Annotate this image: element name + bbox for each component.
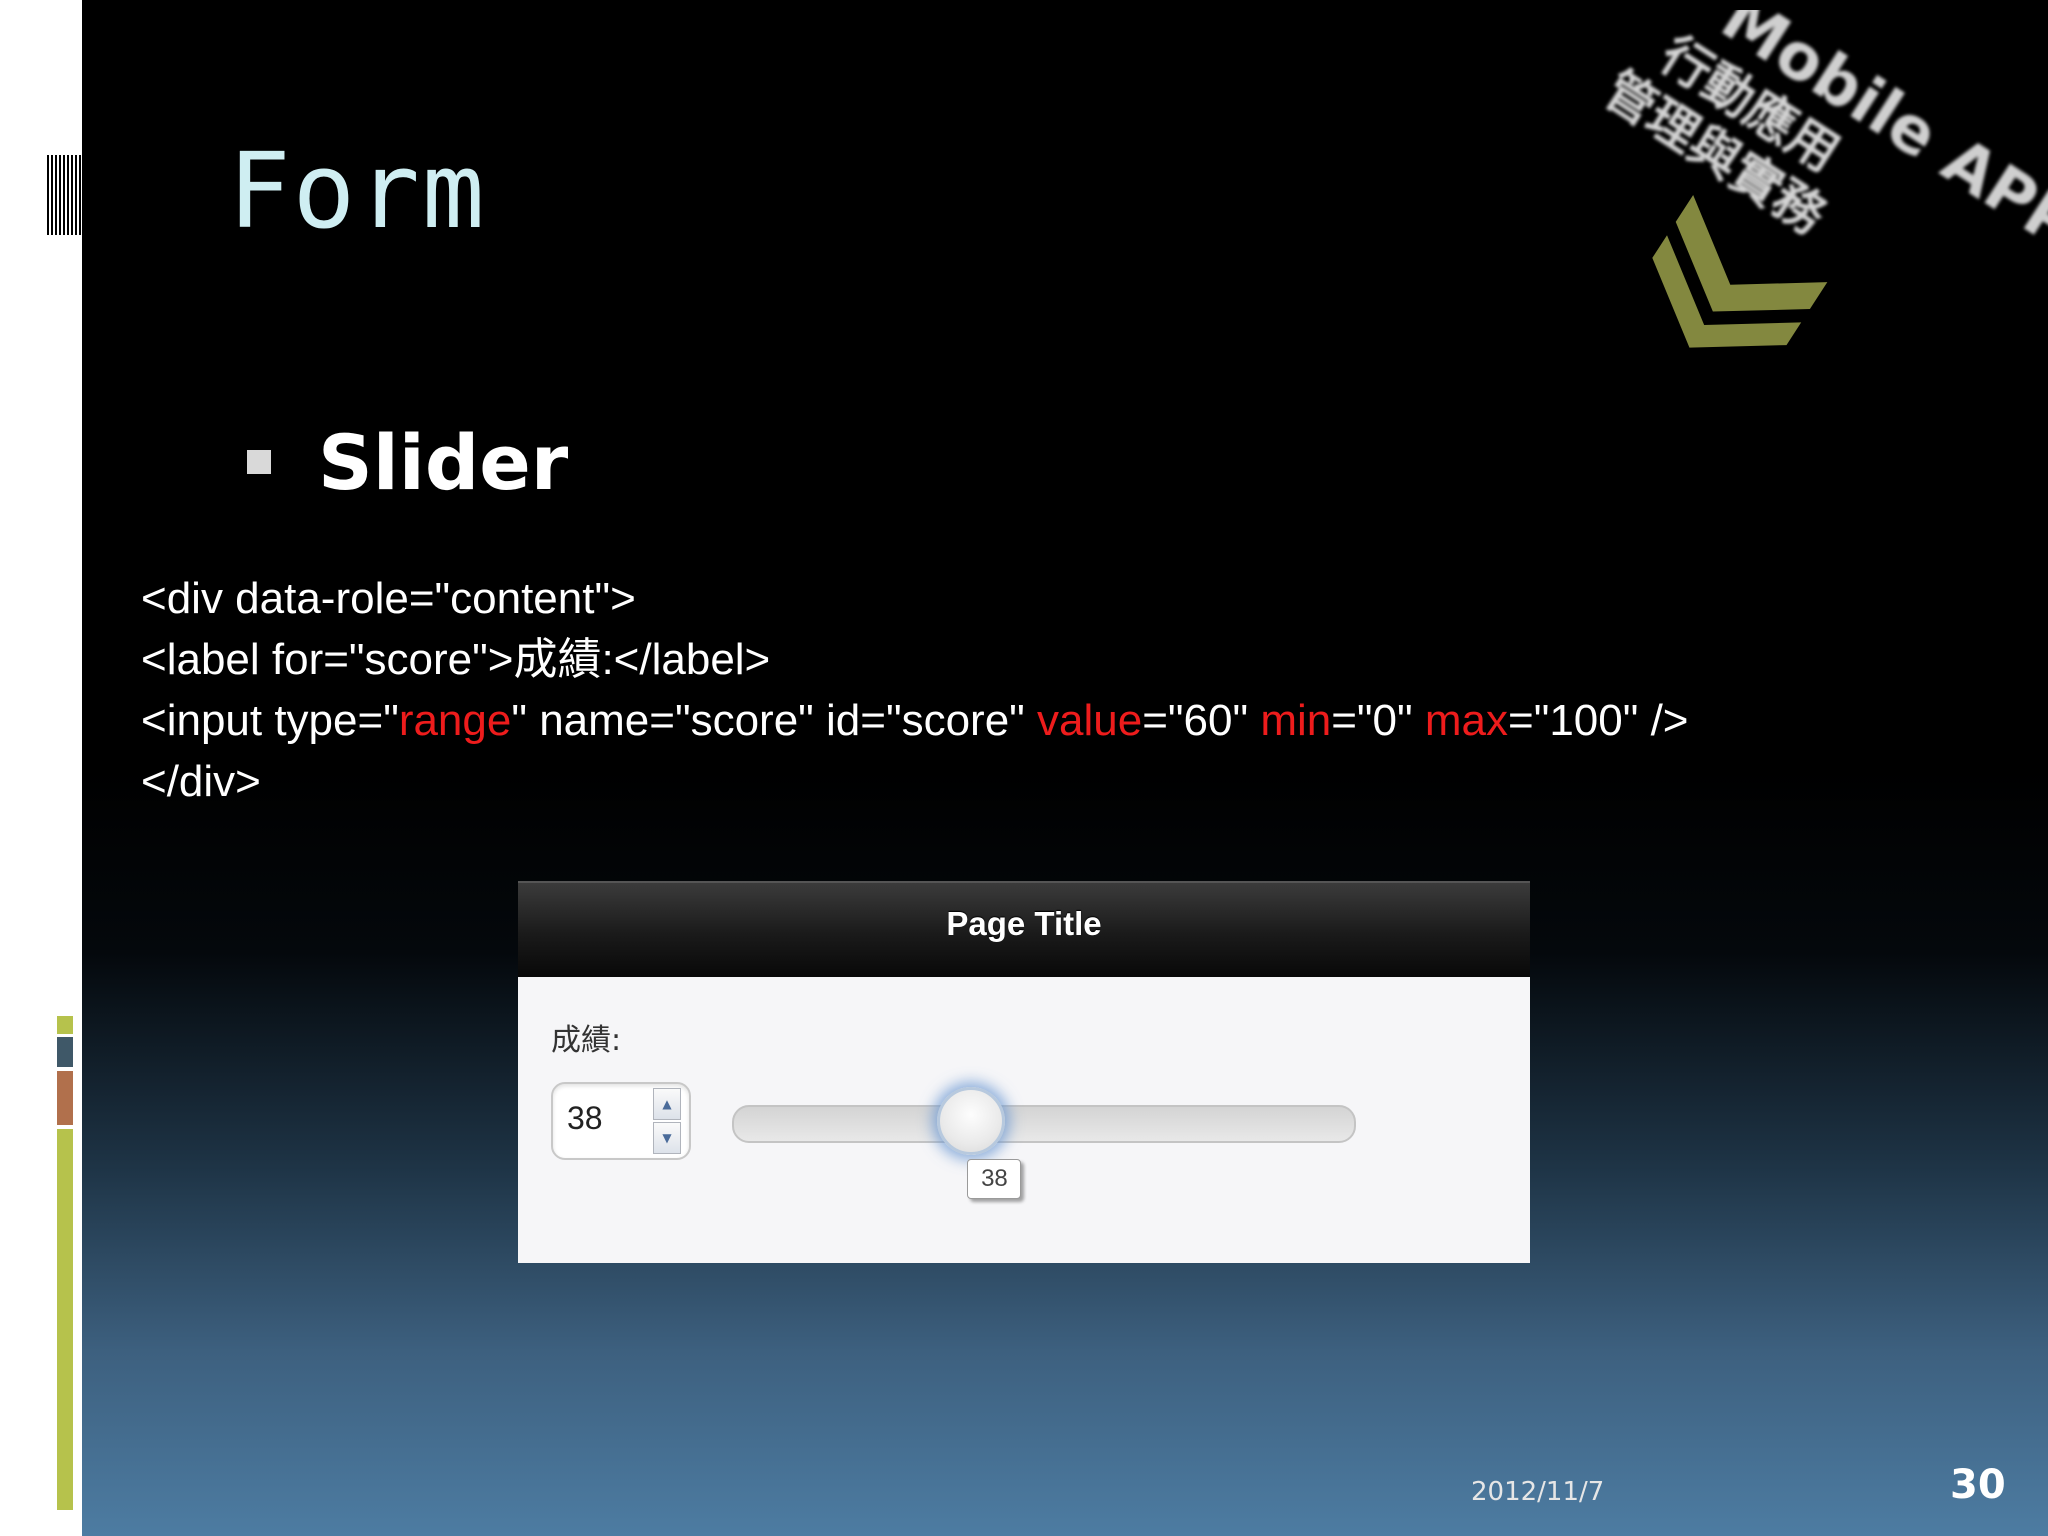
code-text: ="0" (1331, 696, 1425, 745)
slide-date: 2012/11/7 (1471, 1477, 1605, 1507)
mobile-screenshot: Page Title 成績: 38 ▲ ▼ 38 (518, 881, 1530, 1263)
slide-number: 30 (1950, 1462, 2006, 1508)
code-keyword: max (1424, 696, 1508, 745)
code-text: </div> (141, 757, 261, 806)
bullet-heading: Slider (318, 418, 569, 507)
code-text: " name="score" id="score" (511, 696, 1038, 745)
barcode-decoration (47, 155, 81, 235)
score-number-input[interactable]: 38 ▲ ▼ (551, 1082, 691, 1160)
mobile-app-logo: Mobile APP 行動應用 管理與實務 (1595, 10, 2048, 348)
code-line: <div data-role="content"> (141, 568, 1689, 629)
code-line: <input type="range" name="score" id="sco… (141, 690, 1689, 751)
code-line: <label for="score">成績:</label> (141, 629, 1689, 690)
score-label: 成績: (551, 1023, 622, 1058)
page-header: Page Title (518, 881, 1530, 977)
slide: Mobile APP 行動應用 管理與實務 Form Slider <div d… (0, 0, 2048, 1536)
code-keyword: range (398, 696, 512, 745)
bullet-square-icon (247, 450, 271, 474)
slide-title: Form (228, 130, 487, 252)
color-bars-decoration (57, 1016, 73, 1510)
code-text: ="100" /> (1508, 696, 1689, 745)
slider-value-tooltip: 38 (967, 1159, 1022, 1199)
code-keyword: min (1260, 696, 1332, 745)
score-input-value: 38 (567, 1100, 603, 1136)
code-snippet: <div data-role="content"> <label for="sco… (141, 568, 1689, 812)
spin-down-icon[interactable]: ▼ (653, 1122, 681, 1154)
code-text: ="60" (1142, 696, 1261, 745)
code-line: </div> (141, 751, 1689, 812)
code-keyword: value (1037, 696, 1143, 745)
spin-up-icon[interactable]: ▲ (653, 1088, 681, 1120)
slider-track[interactable] (732, 1105, 1356, 1143)
code-text: <label for="score">成績:</label> (141, 635, 771, 684)
number-spinner[interactable]: ▲ ▼ (653, 1088, 681, 1154)
code-text: <div data-role="content"> (141, 574, 636, 623)
code-text: <input type=" (141, 696, 399, 745)
page-title: Page Title (946, 905, 1102, 942)
slider-handle[interactable] (937, 1087, 1006, 1155)
